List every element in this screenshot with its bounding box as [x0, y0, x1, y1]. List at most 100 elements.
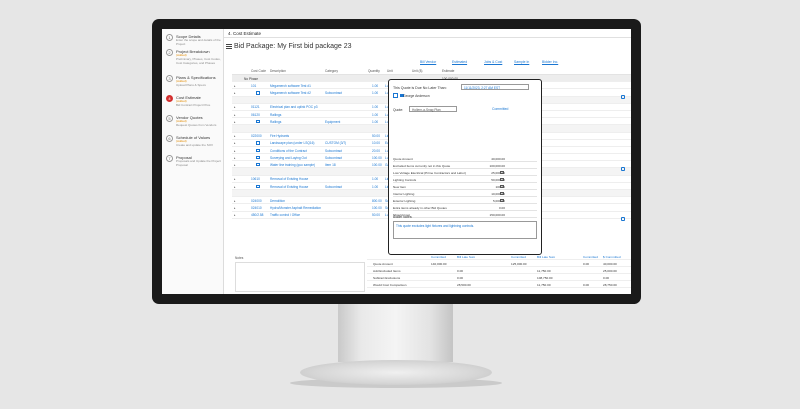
category-cell[interactable]: Subcontract: [325, 185, 342, 189]
cart-icon[interactable]: [256, 148, 260, 153]
expand-toggle[interactable]: ▸: [234, 134, 236, 138]
col-estimate[interactable]: Estimate: [442, 69, 454, 73]
quantity-cell[interactable]: 1.00: [372, 185, 378, 189]
expand-toggle[interactable]: ▸: [234, 84, 236, 88]
quote-input[interactable]: Hollern-a-Snag Plan: [409, 106, 457, 112]
quote-line-label: Quote Amount: [393, 156, 413, 161]
description-cell[interactable]: Megamerch software Test #2: [270, 91, 311, 95]
col-unit-cost[interactable]: Unit ($): [412, 69, 422, 73]
quantity-cell[interactable]: 800.00: [372, 199, 382, 203]
link-sample-in[interactable]: Sample In: [514, 60, 529, 64]
link-bidder-inc[interactable]: Bidder Inc.: [542, 60, 558, 64]
cost-code-cell[interactable]: 10610: [251, 177, 260, 181]
quantity-cell[interactable]: 100.00: [372, 206, 382, 210]
expand-toggle[interactable]: ▸: [234, 206, 236, 210]
category-cell[interactable]: Item 18: [325, 163, 336, 167]
copy-icon[interactable]: [621, 217, 625, 221]
cost-code-cell[interactable]: 024010: [251, 206, 262, 210]
menu-icon[interactable]: [226, 44, 232, 49]
cart-icon[interactable]: [256, 155, 260, 160]
description-cell[interactable]: Railings: [270, 113, 281, 117]
expand-toggle[interactable]: ▸: [234, 113, 236, 117]
expand-toggle[interactable]: ▸: [234, 185, 236, 189]
expand-toggle[interactable]: ▸: [234, 163, 236, 167]
cart-icon[interactable]: [256, 162, 260, 167]
quantity-cell[interactable]: 100.00: [372, 156, 382, 160]
quantity-cell[interactable]: 1.00: [372, 91, 378, 95]
expand-toggle[interactable]: ▸: [234, 105, 236, 109]
quantity-cell[interactable]: 10.00: [372, 141, 380, 145]
cost-code-cell[interactable]: 450/2.58: [251, 213, 263, 217]
description-cell[interactable]: Fire Hydrants: [270, 134, 289, 138]
include-checkbox[interactable]: [500, 198, 504, 202]
description-cell[interactable]: Megamerch software Test #1: [270, 84, 311, 88]
description-cell[interactable]: Conditions of the Contract: [270, 149, 307, 153]
copy-icon[interactable]: [621, 95, 625, 99]
col-unit[interactable]: Unit: [387, 69, 393, 73]
link-estimated[interactable]: Estimated: [452, 60, 467, 64]
cart-icon[interactable]: [256, 141, 260, 145]
quantity-cell[interactable]: 20.00: [372, 149, 380, 153]
quantity-cell[interactable]: 50.00: [372, 134, 380, 138]
category-cell[interactable]: Subcontract: [325, 156, 342, 160]
description-cell[interactable]: Removal of Existing House: [270, 177, 308, 181]
include-checkbox[interactable]: [500, 184, 504, 188]
quantity-cell[interactable]: 100.00: [372, 163, 382, 167]
description-cell[interactable]: Electrical plan and uplink POC p3: [270, 105, 317, 109]
expand-toggle[interactable]: ▸: [234, 91, 236, 95]
quantity-cell[interactable]: 1.00: [372, 113, 378, 117]
include-checkbox[interactable]: [500, 191, 504, 195]
quantity-cell[interactable]: 1.00: [372, 84, 378, 88]
col-quantity[interactable]: Quantity: [368, 69, 380, 73]
category-cell[interactable]: CUSTOM (3/7): [325, 141, 346, 145]
description-cell[interactable]: Water line training (quo sample): [270, 163, 315, 167]
category-cell[interactable]: Subcontract: [325, 149, 342, 153]
cart-icon[interactable]: [256, 91, 260, 95]
cost-code-cell[interactable]: 101: [251, 84, 256, 88]
expand-toggle[interactable]: ▸: [234, 199, 236, 203]
expand-toggle[interactable]: ▸: [234, 156, 236, 160]
notes-textarea[interactable]: [235, 262, 365, 292]
description-cell[interactable]: Traffic control / Office: [270, 213, 300, 217]
link-bill-vendor[interactable]: Bill Vendor: [420, 60, 436, 64]
quantity-cell[interactable]: 1.00: [372, 120, 378, 124]
description-cell[interactable]: Surveying and Laying Out: [270, 156, 307, 160]
description-cell[interactable]: Railings: [270, 120, 281, 124]
description-cell[interactable]: Demolition: [270, 199, 285, 203]
col-description[interactable]: Description: [270, 69, 286, 73]
description-cell[interactable]: Hydro/Monster Asphalt Remediation: [270, 206, 321, 210]
description-cell[interactable]: Landscape plan (under LSQ16): [270, 141, 314, 145]
quantity-cell[interactable]: 1.00: [372, 177, 378, 181]
step-subtitle: Preliminary, Phases, Cost Codes, Cost Ca…: [176, 57, 221, 65]
bidder-notes-field[interactable]: This quote excludes light fixtures and l…: [393, 221, 537, 239]
description-cell[interactable]: No Phase: [244, 77, 258, 81]
cart-icon[interactable]: [256, 119, 260, 124]
expand-toggle[interactable]: ▸: [234, 149, 236, 153]
expand-toggle[interactable]: ▸: [234, 177, 236, 181]
col-cost-code[interactable]: Cost Code: [251, 69, 266, 73]
cost-code-cell[interactable]: 022000: [251, 134, 262, 138]
include-checkbox[interactable]: [500, 170, 504, 174]
cost-code-cell[interactable]: 01121: [251, 105, 260, 109]
cart-icon[interactable]: [256, 184, 260, 188]
link-icon[interactable]: [393, 93, 398, 98]
summary-row: Subtract Exclusions 0.00 108,750.00 0.00: [367, 275, 631, 281]
quote-line: Should Cost 150,000.00: [393, 211, 537, 218]
committed-button[interactable]: Committed: [492, 107, 508, 111]
quantity-cell[interactable]: 50.00: [372, 213, 380, 217]
category-cell[interactable]: Equipment: [325, 120, 340, 124]
cost-code-cell[interactable]: 024000: [251, 199, 262, 203]
cost-code-cell[interactable]: 06120: [251, 113, 260, 117]
category-cell[interactable]: Subcontract: [325, 91, 342, 95]
due-date-field[interactable]: 11/11/2023, 2:27 AM EST: [461, 84, 529, 90]
expand-toggle[interactable]: ▸: [234, 213, 236, 217]
quantity-cell[interactable]: 1.00: [372, 105, 378, 109]
expand-toggle[interactable]: ▸: [234, 120, 236, 124]
description-cell[interactable]: Removal of Existing House: [270, 185, 308, 189]
step-subtitle: Upload Plans & Specs: [176, 83, 206, 87]
expand-toggle[interactable]: ▸: [234, 141, 236, 145]
include-checkbox[interactable]: [500, 177, 504, 181]
link-jobs-cost[interactable]: Jobs & Cost: [484, 60, 502, 64]
col-category[interactable]: Category: [325, 69, 338, 73]
copy-icon[interactable]: [621, 167, 625, 171]
